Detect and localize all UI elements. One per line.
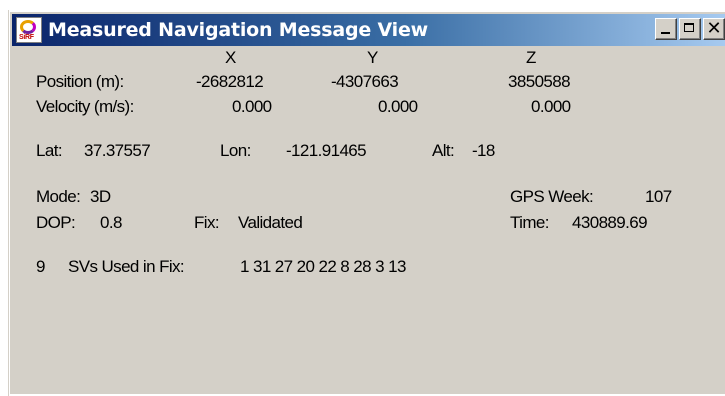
swirl-logo-icon xyxy=(20,20,36,34)
navigation-message-window: SiRF Measured Navigation Message View ✕ … xyxy=(8,10,725,396)
velocity-y-value: 0.000 xyxy=(378,97,418,116)
close-button[interactable]: ✕ xyxy=(703,18,725,40)
maximize-button[interactable] xyxy=(679,18,701,40)
gps-week-value: 107 xyxy=(645,187,672,206)
velocity-x-value: 0.000 xyxy=(232,97,272,116)
lon-label: Lon: xyxy=(220,141,251,160)
y-axis-header: Y xyxy=(367,48,378,67)
mode-label: Mode: xyxy=(36,187,81,206)
sv-count: 9 xyxy=(36,257,45,276)
lat-value: 37.37557 xyxy=(84,141,151,160)
message-content: X Y Z Position (m): -2682812 -4307663 38… xyxy=(12,48,725,394)
minimize-button[interactable] xyxy=(655,18,677,40)
lon-value: -121.91465 xyxy=(286,141,367,160)
time-value: 430889.69 xyxy=(572,213,648,232)
z-axis-header: Z xyxy=(526,48,536,67)
velocity-label: Velocity (m/s): xyxy=(36,97,134,116)
fix-label: Fix: xyxy=(194,213,220,232)
dop-label: DOP: xyxy=(36,213,76,232)
lat-label: Lat: xyxy=(36,141,63,160)
sv-label: SVs Used in Fix: xyxy=(68,257,185,276)
position-z-value: 3850588 xyxy=(508,72,571,91)
position-y-value: -4307663 xyxy=(331,72,399,91)
sv-list: 1 31 27 20 22 8 28 3 13 xyxy=(240,257,406,276)
app-icon-text: SiRF xyxy=(19,34,34,41)
position-x-value: -2682812 xyxy=(196,72,264,91)
window-title: Measured Navigation Message View xyxy=(48,19,429,41)
mode-value: 3D xyxy=(90,187,111,206)
x-axis-header: X xyxy=(225,48,236,67)
position-label: Position (m): xyxy=(36,72,124,91)
gps-week-label: GPS Week: xyxy=(510,187,594,206)
title-buttons: ✕ xyxy=(653,18,725,40)
sirf-app-icon[interactable]: SiRF xyxy=(16,17,42,43)
fix-value: Validated xyxy=(238,213,303,232)
dop-value: 0.8 xyxy=(100,213,122,232)
time-label: Time: xyxy=(510,213,549,232)
alt-value: -18 xyxy=(472,141,495,160)
alt-label: Alt: xyxy=(432,141,455,160)
title-bar[interactable]: SiRF Measured Navigation Message View ✕ xyxy=(12,14,725,46)
velocity-z-value: 0.000 xyxy=(531,97,571,116)
